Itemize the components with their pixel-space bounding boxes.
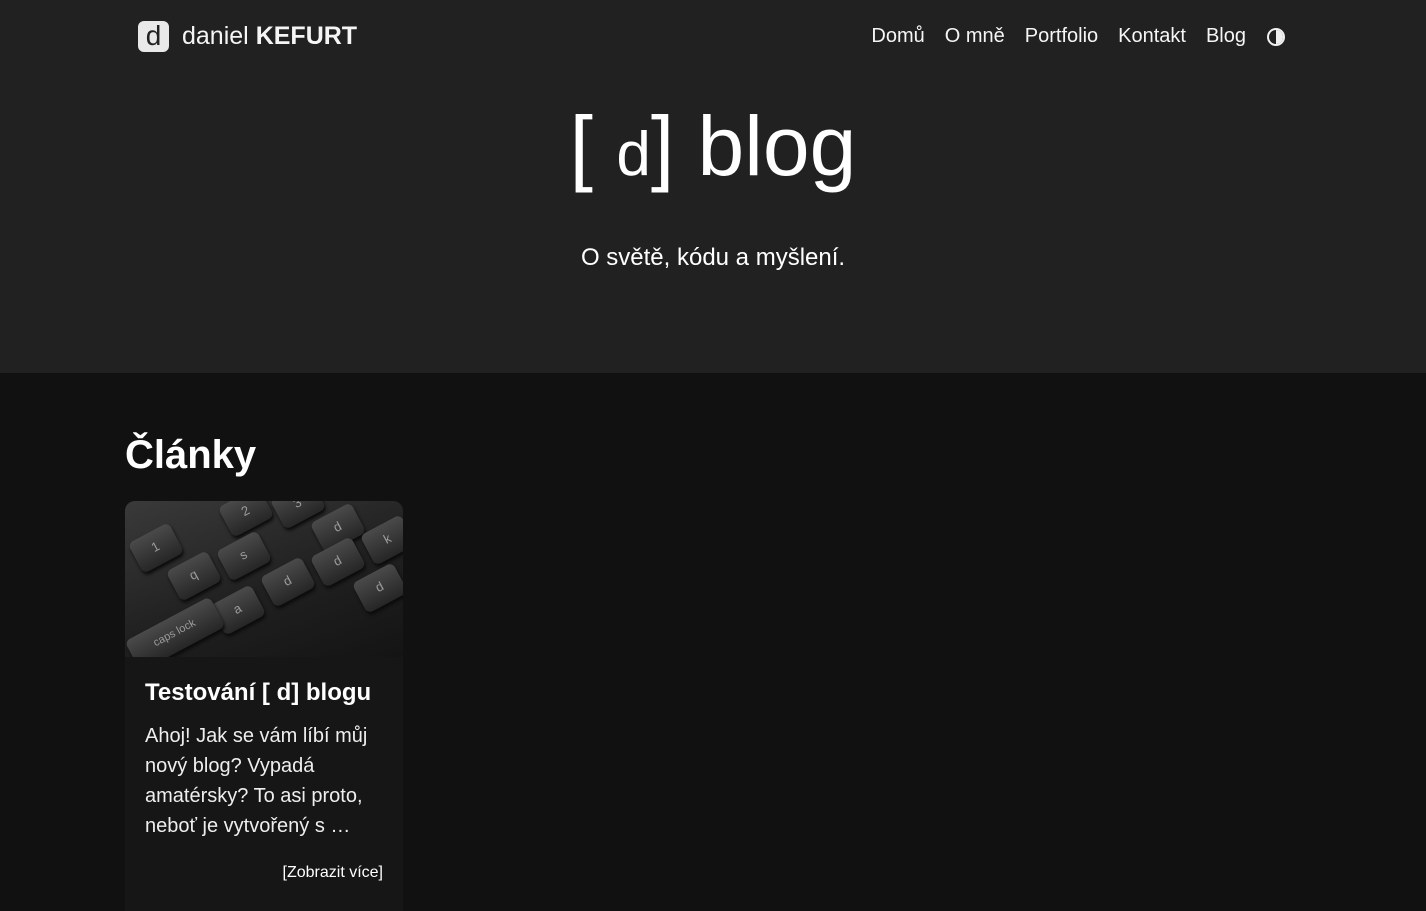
nav-link-portfolio[interactable]: Portfolio — [1025, 24, 1098, 49]
hero-title-rest: ] blog — [650, 99, 857, 193]
keyboard-key: d — [351, 562, 403, 614]
hero-title-letter: d — [616, 120, 651, 189]
keyboard-key: 2 — [217, 501, 275, 538]
hero-title: [ d] blog — [0, 96, 1426, 205]
keyboard-key: k — [359, 514, 403, 566]
brand-first-name: daniel — [182, 22, 249, 50]
articles-section: Články 2 3 d k 1 s d q d d a caps lock T… — [0, 373, 1426, 911]
nav-link-blog[interactable]: Blog — [1206, 24, 1246, 49]
brand-home-link[interactable]: d daniel KEFURT — [138, 20, 357, 53]
navbar: d daniel KEFURT Domů O mně Portfolio Kon… — [0, 0, 1426, 74]
brand-logo-icon: d — [138, 21, 169, 52]
hero-title-open: [ — [569, 99, 593, 193]
hero-section: d daniel KEFURT Domů O mně Portfolio Kon… — [0, 0, 1426, 373]
nav-link-contact[interactable]: Kontakt — [1118, 24, 1186, 49]
theme-toggle-icon[interactable] — [1267, 27, 1285, 46]
nav-menu: Domů O mně Portfolio Kontakt Blog — [871, 24, 1285, 49]
keyboard-key-caps-lock: caps lock — [125, 596, 226, 657]
hero-subtitle: O světě, kódu a myšlení. — [580, 244, 846, 271]
nav-link-about[interactable]: O mně — [945, 24, 1005, 49]
article-card: 2 3 d k 1 s d q d d a caps lock Testován… — [125, 501, 403, 911]
brand-name: daniel KEFURT — [182, 22, 357, 51]
article-title[interactable]: Testování [ d] blogu — [145, 679, 371, 707]
keyboard-key: d — [259, 556, 317, 608]
keyboard-key: s — [215, 530, 273, 582]
nav-link-home[interactable]: Domů — [871, 24, 924, 49]
brand-last-name: KEFURT — [255, 22, 358, 50]
article-read-more-link[interactable]: [Zobrazit více] — [283, 864, 383, 882]
article-image-keyboard[interactable]: 2 3 d k 1 s d q d d a caps lock — [125, 501, 403, 657]
keyboard-key: q — [165, 550, 223, 602]
article-excerpt: Ahoj! Jak se vám líbí můj nový blog? Vyp… — [145, 725, 368, 837]
articles-heading: Články — [125, 433, 257, 477]
